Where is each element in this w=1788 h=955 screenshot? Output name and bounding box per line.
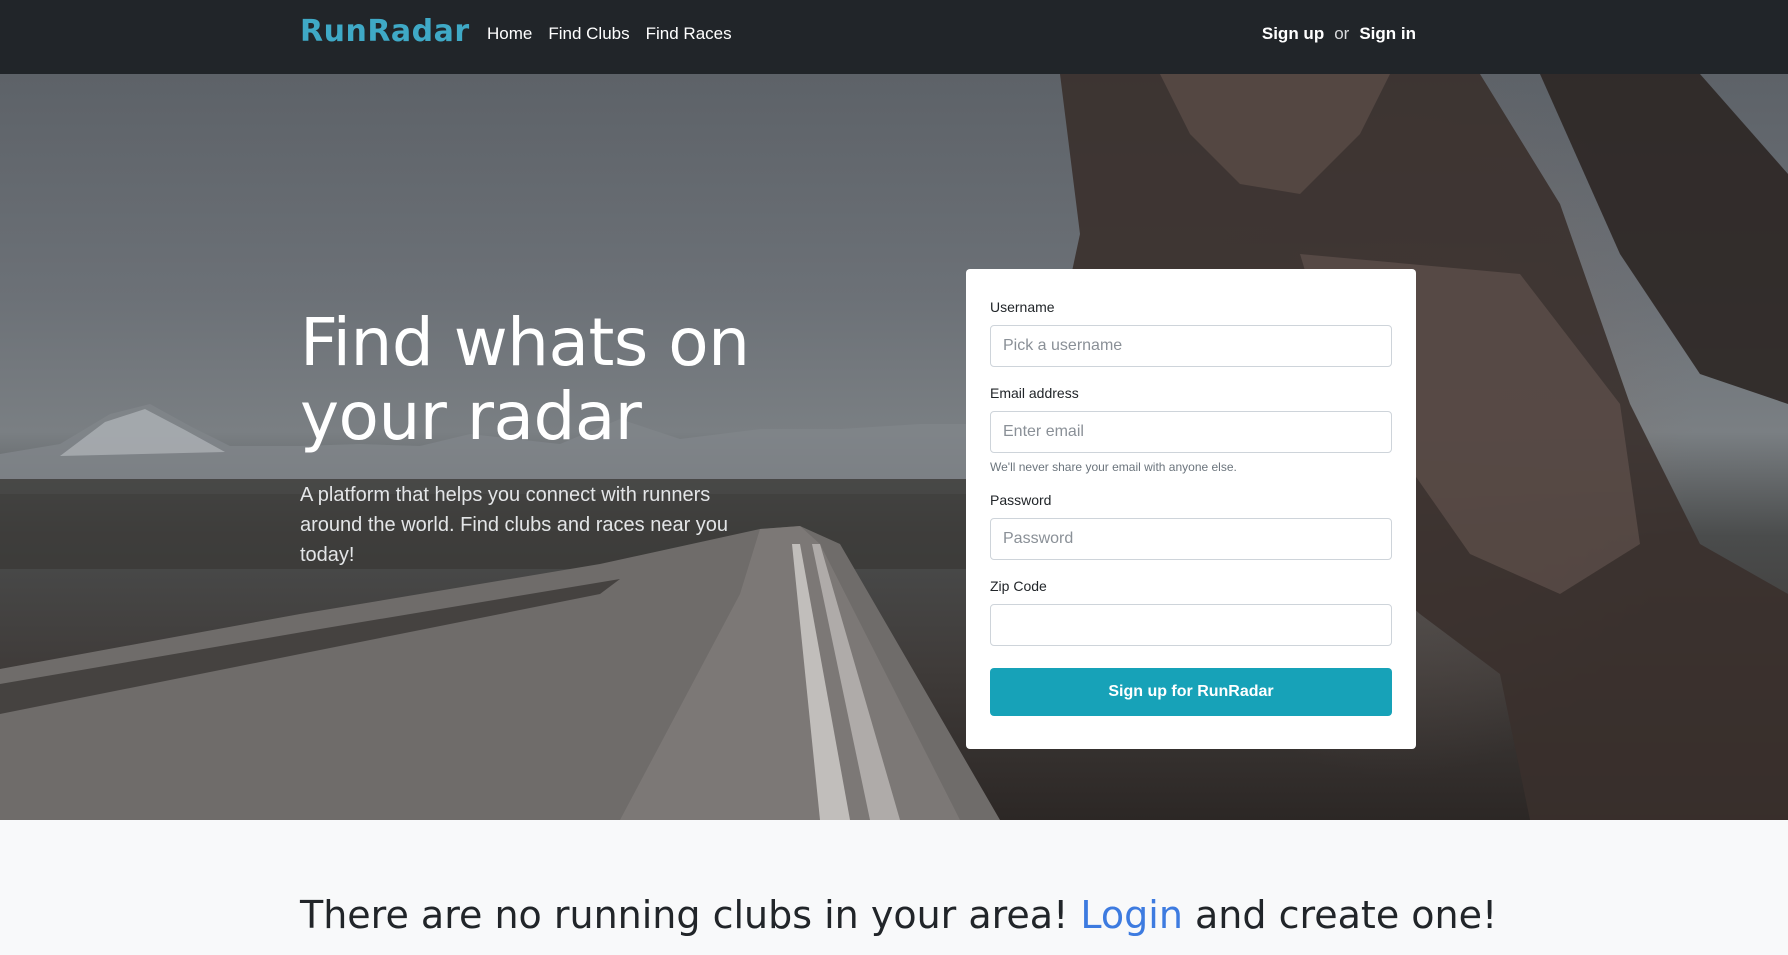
login-link[interactable]: Login [1080,893,1183,937]
top-navbar: RunRadar Home Find Clubs Find Races Sign… [0,0,1788,74]
no-clubs-text: There are no running clubs in your area! [300,893,1081,937]
signup-submit-button[interactable]: Sign up for RunRadar [990,668,1392,716]
auth-links: Sign up or Sign in [1262,24,1416,44]
hero-subtitle: A platform that helps you connect with r… [300,484,729,566]
email-help-text: We'll never share your email with anyone… [990,460,1237,474]
hero-background-image [0,74,1788,820]
nav-links: Home Find Clubs Find Races [487,24,732,44]
password-input[interactable] [990,518,1392,560]
email-field-group: Email address We'll never share your ema… [990,385,1392,474]
zip-input[interactable] [990,604,1392,646]
signin-link[interactable]: Sign in [1359,24,1416,44]
create-club-text: and create one! [1182,893,1498,937]
hero-section: Find whats on your radar A platform that… [0,74,1788,820]
zip-label: Zip Code [990,578,1047,594]
nav-link-home[interactable]: Home [487,24,532,44]
email-input[interactable] [990,411,1392,453]
signup-form: Username Email address We'll never share… [966,269,1416,749]
username-field-group: Username [990,299,1392,367]
email-label: Email address [990,385,1079,401]
zip-field-group: Zip Code [990,578,1392,646]
signup-link[interactable]: Sign up [1262,24,1324,44]
nav-link-find-races[interactable]: Find Races [646,24,732,44]
hero-title: Find whats on your radar [300,306,760,454]
username-label: Username [990,299,1055,315]
hero-text: Find whats on your radar A platform that… [300,306,760,570]
or-separator: or [1334,24,1350,43]
username-input[interactable] [990,325,1392,367]
brand-logo[interactable]: RunRadar [300,14,470,49]
no-clubs-message: There are no running clubs in your area!… [300,893,1497,937]
hero-title-line-1: Find whats on [300,304,750,381]
password-field-group: Password [990,492,1392,560]
nav-link-find-clubs[interactable]: Find Clubs [548,24,629,44]
hero-title-line-2: your radar [300,378,642,455]
password-label: Password [990,492,1052,508]
